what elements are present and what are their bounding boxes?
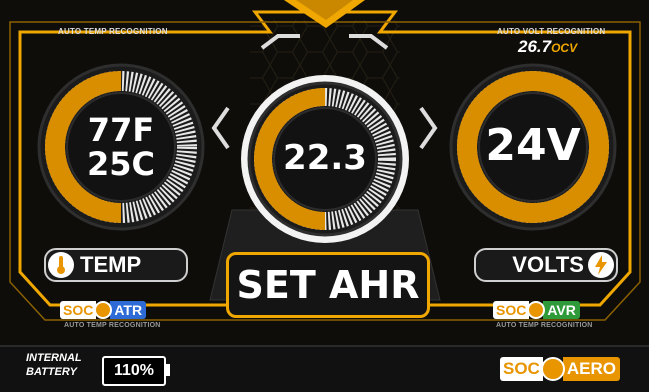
soc-aero-logo: SOC AERO: [500, 356, 620, 382]
avr-label: AVR: [543, 301, 580, 319]
lightning-icon: [588, 252, 614, 278]
temp-fahrenheit: 77F: [87, 111, 155, 149]
auto-temp-recognition-left: AUTO TEMP RECOGNITION: [64, 322, 161, 329]
soc-avr-badge: SOC AVR: [493, 300, 580, 320]
internal-line: INTERNAL: [26, 352, 82, 364]
ahr-value: 22.3: [283, 138, 367, 178]
ocv-unit: OCV: [551, 41, 578, 55]
auto-temp-recognition-label: AUTO TEMP RECOGNITION: [58, 27, 168, 36]
battery-line: BATTERY: [26, 366, 77, 378]
set-ahr-button[interactable]: SET AHR: [226, 252, 430, 318]
ocv-readout: 26.7OCV: [518, 37, 577, 57]
auto-volt-recognition-label: AUTO VOLT RECOGNITION: [497, 27, 606, 36]
auto-temp-recognition-right: AUTO TEMP RECOGNITION: [496, 322, 593, 329]
ocv-value: 26.7: [518, 37, 552, 56]
volts-gauge: 24V: [448, 62, 618, 232]
volts-button-label: VOLTS: [512, 252, 584, 277]
soc-label: SOC: [60, 301, 97, 319]
soc-logo-icon: [540, 357, 565, 381]
soc-label: SOC: [493, 301, 530, 319]
aero-label: AERO: [562, 357, 620, 381]
soc-label: SOC: [500, 357, 543, 381]
internal-battery-label: INTERNAL BATTERY: [26, 351, 82, 379]
battery-charger-screen: AUTO TEMP RECOGNITION AUTO VOLT RECOGNIT…: [0, 0, 649, 392]
atr-label: ATR: [110, 301, 147, 319]
internal-battery-percent: 110%: [102, 356, 166, 386]
temp-button-label: TEMP: [80, 252, 142, 277]
ahr-gauge[interactable]: 22.3: [240, 74, 410, 244]
volts-value: 24V: [485, 120, 581, 171]
battery-tip: [166, 364, 170, 376]
temp-gauge: 77F 25C: [36, 62, 206, 232]
thermometer-icon: [48, 252, 74, 278]
temp-button[interactable]: TEMP: [44, 248, 188, 282]
volts-button[interactable]: VOLTS: [474, 248, 618, 282]
soc-atr-badge: SOC ATR: [60, 300, 147, 320]
temp-celsius: 25C: [86, 145, 155, 183]
